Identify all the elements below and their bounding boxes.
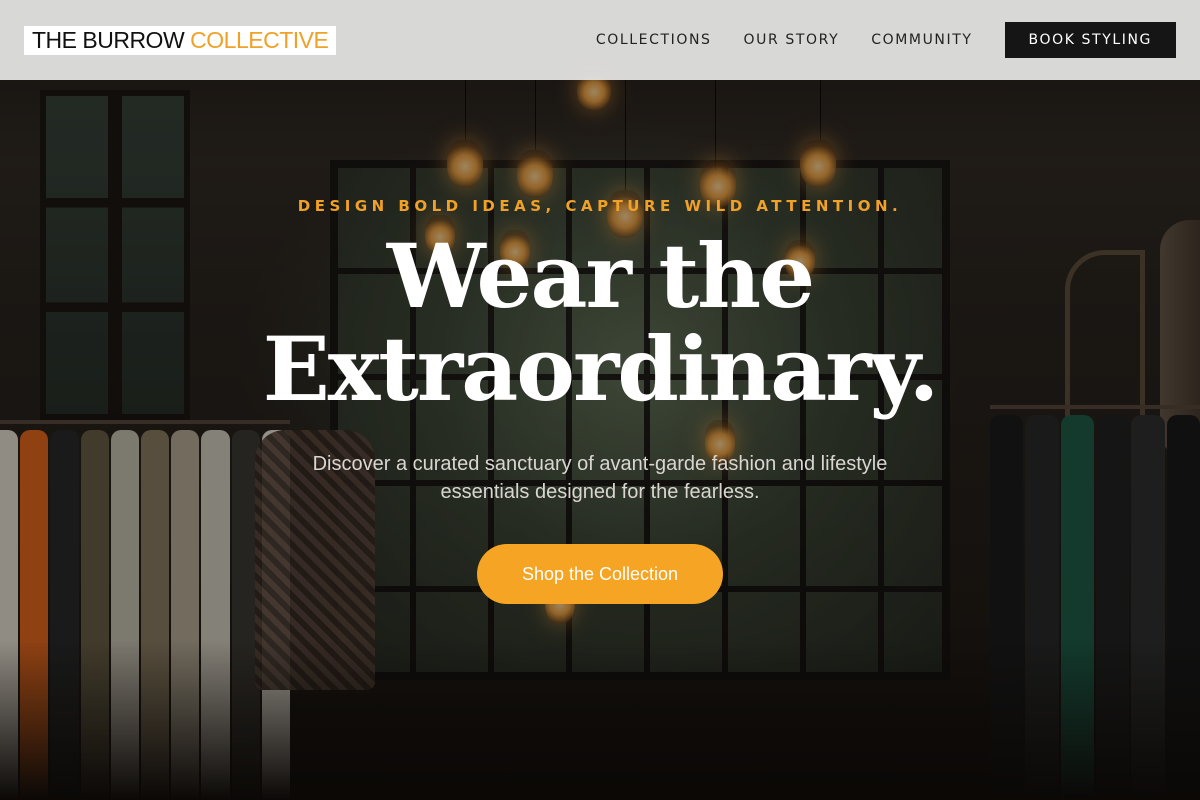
hero-section: DESIGN BOLD IDEAS, CAPTURE WILD ATTENTIO…	[0, 80, 1200, 800]
hero-headline-line-2: Extraordinary.	[262, 317, 940, 421]
brand-logo[interactable]: THE BURROW COLLECTIVE	[24, 25, 337, 55]
nav-link-collections[interactable]: COLLECTIONS	[596, 32, 712, 48]
landing-page: THE BURROW COLLECTIVE COLLECTIONS OUR ST…	[0, 0, 1200, 800]
nav-link-community[interactable]: COMMUNITY	[871, 32, 972, 48]
book-styling-button[interactable]: BOOK STYLING	[1004, 22, 1176, 58]
shop-collection-button[interactable]: Shop the Collection	[477, 544, 723, 604]
nav-link-our-story[interactable]: OUR STORY	[744, 32, 840, 48]
site-header: THE BURROW COLLECTIVE COLLECTIONS OUR ST…	[0, 0, 1200, 80]
brand-name-accent: COLLECTIVE	[190, 26, 329, 53]
hero-eyebrow: DESIGN BOLD IDEAS, CAPTURE WILD ATTENTIO…	[297, 197, 903, 215]
hero-subtext: Discover a curated sanctuary of avant-ga…	[312, 453, 888, 503]
main-nav: COLLECTIONS OUR STORY COMMUNITY BOOK STY…	[596, 22, 1176, 58]
hero-headline: Wear the Extraordinary.	[0, 230, 1200, 416]
hero-headline-line-1: Wear the	[386, 224, 815, 328]
brand-name-primary: THE BURROW	[32, 26, 185, 53]
